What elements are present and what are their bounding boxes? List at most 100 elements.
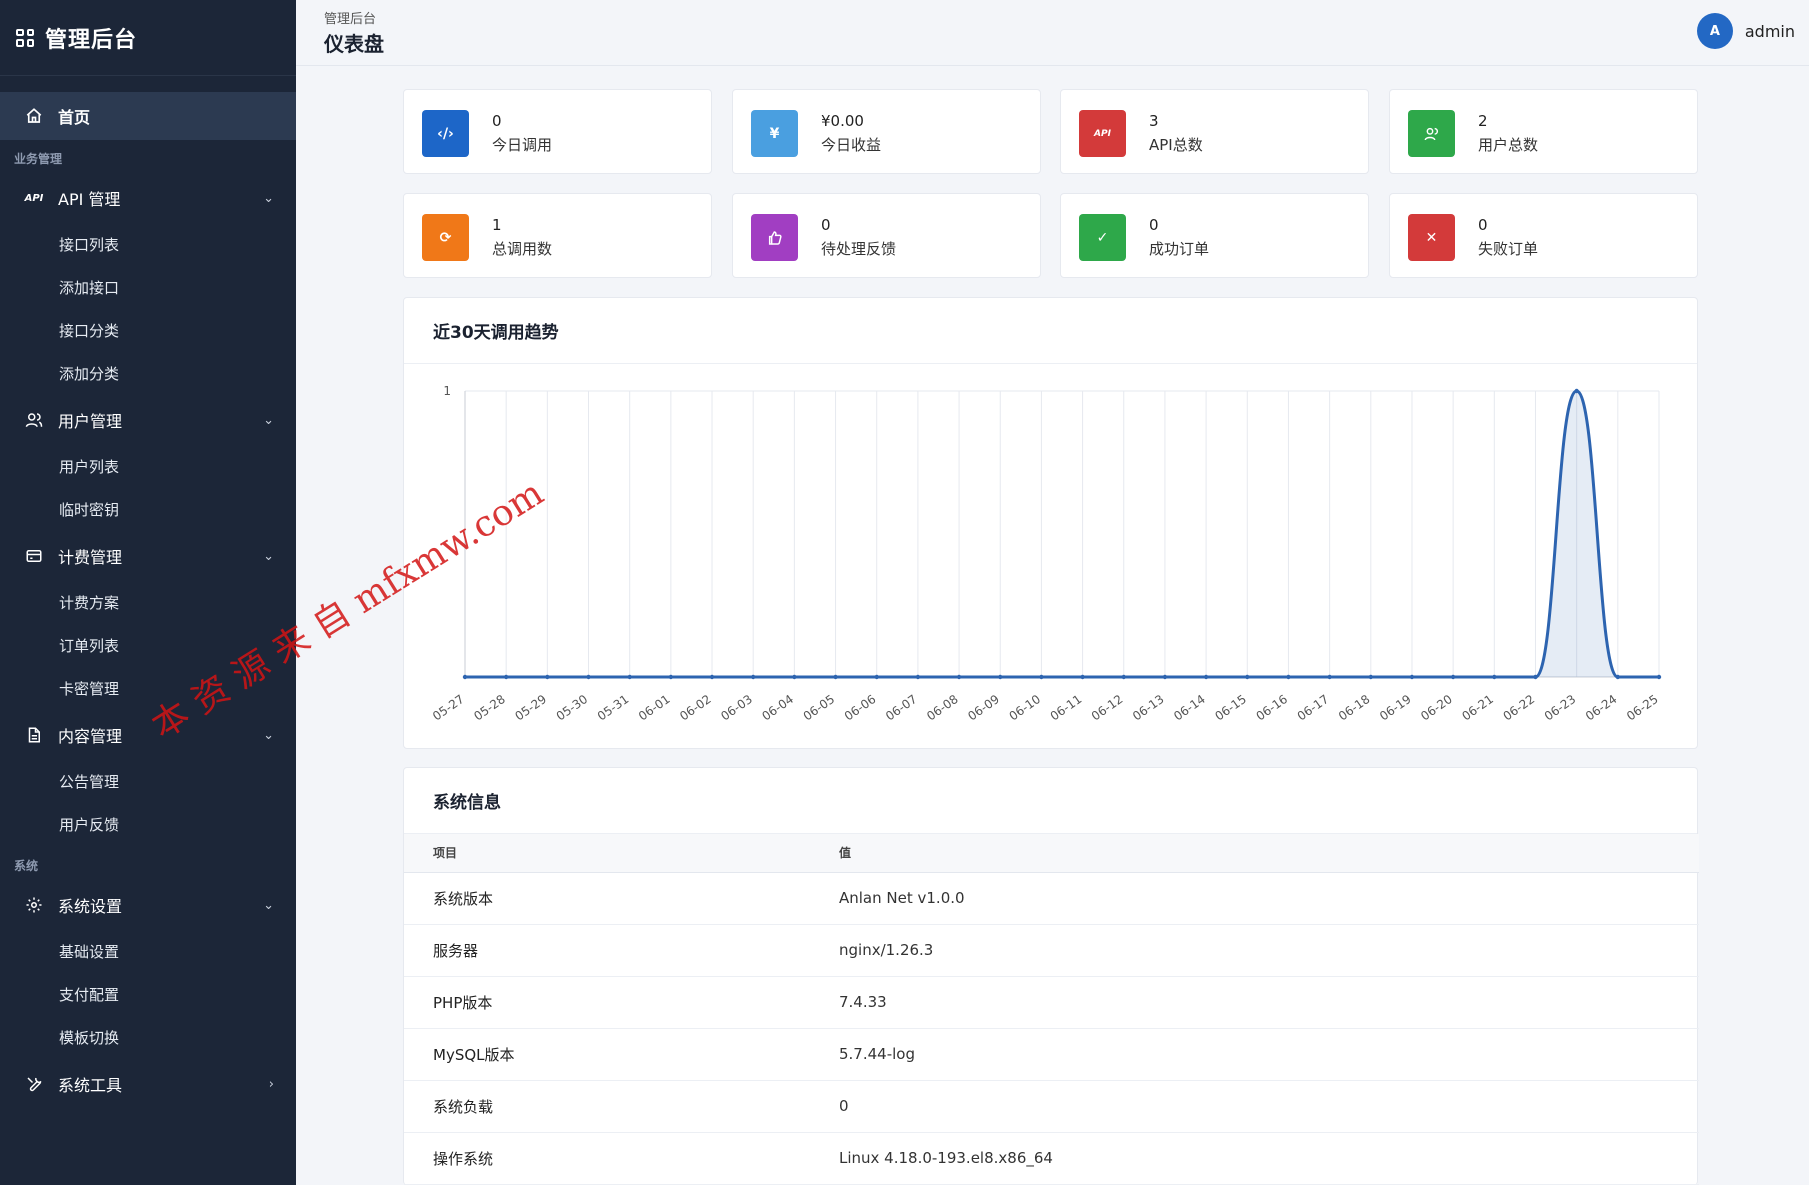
- trend-chart: 105-27 05-28 05-29 05-30 05-31 06-01 06-02 06-0…: [430, 384, 1662, 723]
- avatar[interactable]: A: [1696, 13, 1733, 49]
- x-tick-label: 05-30: [554, 692, 591, 723]
- cell-value: 7.4.33: [810, 976, 1699, 1029]
- data-point: [998, 674, 1003, 680]
- close-icon: ✕: [1408, 214, 1455, 261]
- x-tick-label: 05-28: [471, 692, 508, 723]
- thumbs-up-icon: [751, 214, 798, 261]
- x-tick-label: 06-15: [1212, 692, 1249, 723]
- table-row: PHP版本 7.4.33: [404, 976, 1699, 1029]
- sidebar-item-home[interactable]: 首页: [0, 92, 296, 140]
- users-icon: [1408, 110, 1455, 157]
- sidebar-item-add-category[interactable]: 添加分类: [59, 363, 119, 384]
- data-point: [545, 674, 550, 680]
- sidebar-item-label: 系统设置: [58, 897, 123, 916]
- sidebar-group-api[interactable]: API API 管理 ⌄: [0, 176, 296, 220]
- x-tick-label: 06-01: [636, 692, 673, 723]
- user-name[interactable]: admin: [1745, 22, 1795, 41]
- table-row: 服务器 nginx/1.26.3: [404, 924, 1699, 977]
- sidebar-item-order-list[interactable]: 订单列表: [59, 635, 119, 656]
- document-icon: [24, 725, 44, 745]
- data-point: [1162, 674, 1168, 680]
- x-tick-label: 06-22: [1501, 692, 1538, 723]
- brand[interactable]: 管理后台: [0, 0, 296, 76]
- table-row: 系统版本 Anlan Net v1.0.0: [404, 872, 1699, 925]
- stat-card-pending-feedback: 0 待处理反馈: [732, 193, 1041, 278]
- table-header-row: 项目 值: [404, 834, 1699, 873]
- x-tick-label: 06-24: [1583, 692, 1620, 723]
- x-tick-label: 06-07: [883, 692, 920, 723]
- sidebar-item-billing-plan[interactable]: 计费方案: [59, 592, 119, 613]
- sidebar-group-tools[interactable]: 系统工具 ›: [0, 1062, 296, 1106]
- sidebar-group-billing[interactable]: 计费管理 ⌄: [0, 534, 296, 578]
- chevron-right-icon: ›: [268, 1076, 274, 1092]
- data-point: [1450, 674, 1456, 680]
- stat-value: 0: [1478, 216, 1488, 234]
- sidebar-item-payment-config[interactable]: 支付配置: [59, 984, 119, 1005]
- cell-value: nginx/1.26.3: [810, 924, 1699, 977]
- sidebar-item-label: 内容管理: [58, 727, 123, 746]
- x-tick-label: 05-27: [430, 692, 467, 723]
- chevron-down-icon: ⌄: [263, 412, 274, 428]
- data-point: [503, 674, 509, 680]
- data-point: [1574, 388, 1579, 394]
- stat-label: 失败订单: [1478, 240, 1539, 258]
- sidebar-item-user-list[interactable]: 用户列表: [59, 456, 119, 477]
- series-area: [465, 391, 1659, 677]
- sysinfo-title: 系统信息: [404, 768, 1697, 834]
- x-tick-label: 06-20: [1418, 692, 1455, 723]
- sidebar-item-template-switch[interactable]: 模板切换: [59, 1027, 119, 1048]
- data-point: [1327, 674, 1332, 680]
- sidebar-item-api-list[interactable]: 接口列表: [59, 234, 119, 255]
- sidebar-item-announcement[interactable]: 公告管理: [59, 771, 119, 792]
- table-row: 操作系统 Linux 4.18.0-193.el8.x86_64: [404, 1132, 1699, 1185]
- x-tick-label: 06-08: [924, 692, 961, 723]
- cell-item: 系统版本: [404, 872, 810, 925]
- x-tick-label: 06-06: [842, 692, 879, 723]
- data-point: [751, 674, 756, 680]
- x-tick-label: 05-31: [595, 692, 632, 723]
- data-point: [627, 674, 632, 680]
- cell-value: Anlan Net v1.0.0: [810, 872, 1699, 925]
- data-point: [1080, 674, 1085, 680]
- x-tick-label: 06-12: [1089, 692, 1126, 723]
- data-point: [709, 674, 715, 680]
- data-point: [586, 674, 591, 680]
- sidebar-group-users[interactable]: 用户管理 ⌄: [0, 398, 296, 442]
- sidebar-item-card-key[interactable]: 卡密管理: [59, 678, 119, 699]
- sidebar-group-content[interactable]: 内容管理 ⌄: [0, 713, 296, 757]
- stat-value: 1: [492, 216, 502, 234]
- x-tick-label: 06-17: [1295, 692, 1332, 723]
- data-point: [874, 674, 879, 680]
- sidebar-item-api-category[interactable]: 接口分类: [59, 320, 119, 341]
- data-point: [462, 674, 468, 680]
- stat-card-failed-orders: ✕ 0 失败订单: [1389, 193, 1698, 278]
- stat-label: 今日调用: [492, 136, 553, 154]
- x-tick-label: 06-16: [1254, 692, 1291, 723]
- breadcrumb[interactable]: 管理后台: [324, 8, 376, 27]
- sidebar-item-feedback[interactable]: 用户反馈: [59, 814, 119, 835]
- stat-value: ¥0.00: [821, 112, 864, 130]
- refresh-icon: ⟳: [422, 214, 469, 261]
- stat-card-success-orders: ✓ 0 成功订单: [1060, 193, 1369, 278]
- stat-card-api-total: API 3 API总数: [1060, 89, 1369, 174]
- x-tick-label: 06-19: [1377, 692, 1414, 723]
- x-tick-label: 06-18: [1336, 692, 1373, 723]
- stat-value: 0: [492, 112, 502, 130]
- stat-label: 用户总数: [1478, 136, 1539, 154]
- data-point: [1245, 674, 1250, 680]
- x-tick-label: 06-03: [718, 692, 755, 723]
- sidebar-item-basic-settings[interactable]: 基础设置: [59, 941, 119, 962]
- data-point: [668, 674, 674, 680]
- data-point: [1039, 674, 1044, 680]
- column-header-value: 值: [810, 834, 1699, 873]
- api-icon: API: [24, 192, 44, 204]
- sidebar-item-add-api[interactable]: 添加接口: [59, 277, 119, 298]
- stat-value: 2: [1478, 112, 1488, 130]
- sidebar-group-settings[interactable]: 系统设置 ⌄: [0, 883, 296, 927]
- code-icon: ‹/›: [422, 110, 469, 157]
- chevron-down-icon: ⌄: [263, 897, 274, 913]
- user-menu[interactable]: A admin: [1696, 13, 1795, 49]
- sidebar-item-temp-key[interactable]: 临时密钥: [59, 499, 119, 520]
- data-point: [1656, 674, 1662, 680]
- sidebar: 管理后台 首页 业务管理 API API 管理 ⌄ 接口列表 添加接口 接口分类…: [0, 0, 296, 1185]
